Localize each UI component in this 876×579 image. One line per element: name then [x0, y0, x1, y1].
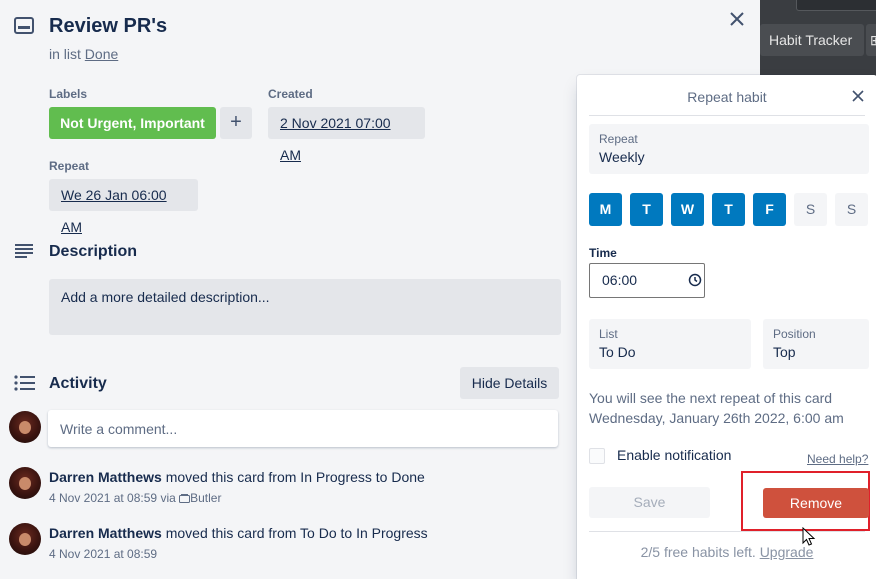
time-value: 06:00	[602, 272, 638, 288]
list-select-label: List	[599, 327, 618, 341]
activity-time[interactable]: 4 Nov 2021 at 08:59	[49, 491, 157, 505]
activity-via-app: Butler	[190, 491, 222, 505]
repeat-heading: Repeat	[49, 159, 90, 173]
in-list-prefix: in list	[49, 46, 81, 62]
repeat-habit-popover: Repeat habit Repeat Weekly M T W T F S S…	[577, 75, 876, 579]
activity-icon	[14, 375, 35, 391]
created-heading: Created	[268, 87, 313, 101]
popover-title: Repeat habit	[687, 89, 767, 105]
created-date-button[interactable]: 2 Nov 2021 07:00 AM	[268, 107, 425, 163]
habits-left-footer: 2/5 free habits left. Upgrade	[577, 544, 876, 560]
clock-icon[interactable]	[688, 273, 702, 287]
description-input[interactable]: Add a more detailed description...	[49, 279, 561, 335]
position-select-value: Top	[773, 344, 796, 360]
close-icon[interactable]	[727, 9, 747, 29]
activity-item-2: Darren Matthews moved this card from To …	[49, 525, 428, 541]
board-chip-extra[interactable]: ⊞	[866, 24, 876, 56]
day-toggle-monday[interactable]: M	[589, 193, 622, 226]
activity-heading: Activity	[49, 375, 107, 392]
next-repeat-line-1: You will see the next repeat of this car…	[589, 390, 833, 406]
day-toggle-friday[interactable]: F	[753, 193, 786, 226]
activity-meta-2: 4 Nov 2021 at 08:59	[49, 547, 157, 561]
time-label: Time	[589, 246, 617, 260]
card-title[interactable]: Review PR's	[49, 15, 167, 38]
repeat-date-button[interactable]: We 26 Jan 06:00 AM	[49, 179, 198, 235]
mouse-pointer-icon	[802, 527, 816, 546]
day-toggle-wednesday[interactable]: W	[671, 193, 704, 226]
next-repeat-line-2: Wednesday, January 26th 2022, 6:00 am	[589, 410, 844, 426]
day-toggle-sunday[interactable]: S	[835, 193, 868, 226]
card-icon	[14, 17, 34, 34]
day-toggle-thursday[interactable]: T	[712, 193, 745, 226]
activity-action: moved this card from In Progress to Done	[165, 469, 425, 485]
repeat-select[interactable]: Repeat Weekly	[589, 124, 869, 174]
list-select-value: To Do	[599, 344, 636, 360]
notification-label[interactable]: Enable notification	[617, 447, 731, 463]
butler-icon	[179, 494, 191, 503]
avatar[interactable]	[9, 467, 41, 499]
avatar[interactable]	[9, 523, 41, 555]
divider	[589, 531, 865, 532]
habits-left-text: 2/5 free habits left.	[640, 544, 756, 560]
list-link[interactable]: Done	[85, 46, 118, 62]
labels-heading: Labels	[49, 87, 88, 101]
divider	[589, 115, 865, 116]
board-chip-habit-tracker[interactable]: Habit Tracker	[760, 24, 864, 56]
card-list-info: in list Done	[49, 46, 118, 62]
need-help-link[interactable]: Need help?	[807, 452, 868, 466]
activity-action: moved this card from To Do to In Progres…	[165, 525, 428, 541]
day-toggle-saturday[interactable]: S	[794, 193, 827, 226]
repeat-select-label: Repeat	[599, 132, 638, 146]
comment-input[interactable]: Write a comment...	[48, 410, 558, 447]
position-select-label: Position	[773, 327, 816, 341]
activity-user[interactable]: Darren Matthews	[49, 469, 162, 485]
list-select[interactable]: List To Do	[589, 319, 751, 369]
label-not-urgent-important[interactable]: Not Urgent, Important	[49, 107, 216, 139]
remove-button[interactable]: Remove	[763, 488, 869, 518]
repeat-select-value: Weekly	[599, 149, 645, 165]
position-select[interactable]: Position Top	[763, 319, 869, 369]
activity-meta-1: 4 Nov 2021 at 08:59 via Butler	[49, 491, 221, 505]
activity-via: via	[160, 491, 176, 505]
description-icon	[15, 244, 33, 258]
next-repeat-note: You will see the next repeat of this car…	[589, 388, 869, 428]
day-toggle-tuesday[interactable]: T	[630, 193, 663, 226]
description-heading: Description	[49, 243, 138, 260]
close-icon[interactable]	[851, 89, 865, 103]
add-label-button[interactable]: +	[220, 107, 252, 139]
activity-user[interactable]: Darren Matthews	[49, 525, 162, 541]
hide-details-button[interactable]: Hide Details	[460, 367, 559, 399]
save-button[interactable]: Save	[589, 487, 710, 518]
activity-time[interactable]: 4 Nov 2021 at 08:59	[49, 547, 157, 561]
time-input[interactable]: 06:00	[589, 263, 705, 298]
avatar[interactable]	[9, 411, 41, 443]
activity-item-1: Darren Matthews moved this card from In …	[49, 469, 425, 485]
board-search-box[interactable]	[796, 0, 876, 11]
notification-checkbox[interactable]	[589, 448, 605, 464]
